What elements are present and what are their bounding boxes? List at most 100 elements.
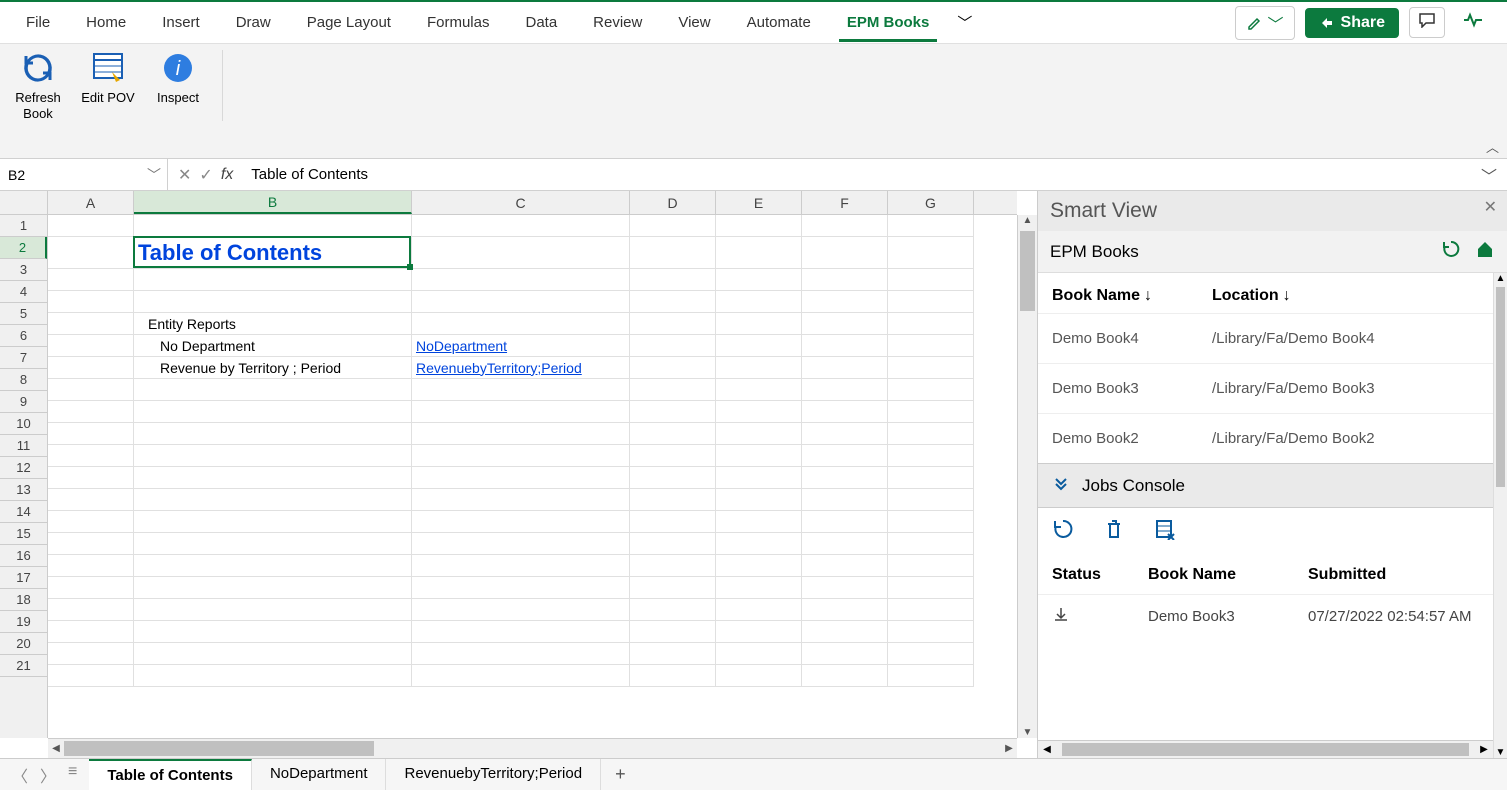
cell-E15[interactable] xyxy=(716,533,802,555)
row-header-12[interactable]: 12 xyxy=(0,457,47,479)
cell-F5[interactable] xyxy=(802,313,888,335)
cell-G16[interactable] xyxy=(888,555,974,577)
scroll-down-arrow[interactable]: ▼ xyxy=(1494,747,1507,758)
cell-A10[interactable] xyxy=(48,423,134,445)
inspect-button[interactable]: i Inspect xyxy=(150,50,206,106)
collapse-ribbon-button[interactable]: ︿ xyxy=(1486,137,1499,156)
close-panel-button[interactable]: ✕ xyxy=(1484,197,1497,217)
cell-D19[interactable] xyxy=(630,621,716,643)
cell-E11[interactable] xyxy=(716,445,802,467)
sheet-tab[interactable]: NoDepartment xyxy=(252,759,387,790)
cell-D14[interactable] xyxy=(630,511,716,533)
select-all-corner[interactable] xyxy=(0,191,48,215)
row-header-20[interactable]: 20 xyxy=(0,633,47,655)
cell-B1[interactable] xyxy=(134,215,412,237)
cell-C4[interactable] xyxy=(412,291,630,313)
jobs-status-header[interactable]: Status xyxy=(1052,566,1148,584)
cell-F7[interactable] xyxy=(802,357,888,379)
scroll-right-arrow[interactable]: ▶ xyxy=(1001,739,1017,758)
jobs-console-header[interactable]: Jobs Console xyxy=(1038,463,1493,508)
row-header-14[interactable]: 14 xyxy=(0,501,47,523)
tab-data[interactable]: Data xyxy=(507,4,575,41)
cell-A4[interactable] xyxy=(48,291,134,313)
cell-E8[interactable] xyxy=(716,379,802,401)
cell-G2[interactable] xyxy=(888,237,974,269)
row-header-11[interactable]: 11 xyxy=(0,435,47,457)
cell-F21[interactable] xyxy=(802,665,888,687)
chevron-down-icon[interactable]: ﹀ xyxy=(147,165,161,185)
cell-E7[interactable] xyxy=(716,357,802,379)
cell-E6[interactable] xyxy=(716,335,802,357)
cell-D16[interactable] xyxy=(630,555,716,577)
cell-A8[interactable] xyxy=(48,379,134,401)
cell-G21[interactable] xyxy=(888,665,974,687)
cell-G5[interactable] xyxy=(888,313,974,335)
scroll-thumb[interactable] xyxy=(1020,231,1035,311)
job-status[interactable] xyxy=(1052,605,1148,627)
column-header-D[interactable]: D xyxy=(630,191,716,214)
cell-D21[interactable] xyxy=(630,665,716,687)
scroll-thumb[interactable] xyxy=(64,741,374,756)
cell-B15[interactable] xyxy=(134,533,412,555)
cell-A6[interactable] xyxy=(48,335,134,357)
cell-D20[interactable] xyxy=(630,643,716,665)
cell-G14[interactable] xyxy=(888,511,974,533)
cell-A18[interactable] xyxy=(48,599,134,621)
column-header-G[interactable]: G xyxy=(888,191,974,214)
edit-mode-button[interactable]: ﹀ xyxy=(1235,6,1295,40)
cell-G19[interactable] xyxy=(888,621,974,643)
cell-F18[interactable] xyxy=(802,599,888,621)
tab-formulas[interactable]: Formulas xyxy=(409,4,508,41)
sheet-prev-button[interactable]: 〈 xyxy=(12,763,28,787)
cell-E10[interactable] xyxy=(716,423,802,445)
cell-G3[interactable] xyxy=(888,269,974,291)
scroll-down-arrow[interactable]: ▼ xyxy=(1018,727,1037,738)
cell-C17[interactable] xyxy=(412,577,630,599)
cell-A16[interactable] xyxy=(48,555,134,577)
scroll-up-arrow[interactable]: ▲ xyxy=(1018,215,1037,226)
column-header-A[interactable]: A xyxy=(48,191,134,214)
cell-D6[interactable] xyxy=(630,335,716,357)
cell-D1[interactable] xyxy=(630,215,716,237)
cell-C2[interactable] xyxy=(412,237,630,269)
cell-C1[interactable] xyxy=(412,215,630,237)
cell-G18[interactable] xyxy=(888,599,974,621)
cell-G6[interactable] xyxy=(888,335,974,357)
cell-E4[interactable] xyxy=(716,291,802,313)
cell-D5[interactable] xyxy=(630,313,716,335)
scroll-thumb[interactable] xyxy=(1062,743,1469,756)
column-header-F[interactable]: F xyxy=(802,191,888,214)
row-header-2[interactable]: 2 xyxy=(0,237,47,259)
cell-B17[interactable] xyxy=(134,577,412,599)
tab-home[interactable]: Home xyxy=(68,4,144,41)
sheet-next-button[interactable]: 〉 xyxy=(40,763,56,787)
book-row[interactable]: Demo Book2/Library/Fa/Demo Book2 xyxy=(1038,413,1493,463)
row-header-9[interactable]: 9 xyxy=(0,391,47,413)
cell-C16[interactable] xyxy=(412,555,630,577)
cell-E19[interactable] xyxy=(716,621,802,643)
cell-A12[interactable] xyxy=(48,467,134,489)
cell-C19[interactable] xyxy=(412,621,630,643)
row-header-13[interactable]: 13 xyxy=(0,479,47,501)
cell-B6[interactable]: No Department xyxy=(134,335,412,357)
book-name-header[interactable]: Book Name ↓ xyxy=(1052,287,1212,305)
cell-E17[interactable] xyxy=(716,577,802,599)
cell-F2[interactable] xyxy=(802,237,888,269)
refresh-book-button[interactable]: Refresh Book xyxy=(10,50,66,121)
cell-C6[interactable]: NoDepartment xyxy=(412,335,630,357)
cell-F12[interactable] xyxy=(802,467,888,489)
tab-automate[interactable]: Automate xyxy=(729,4,829,41)
cell-C10[interactable] xyxy=(412,423,630,445)
cell-F8[interactable] xyxy=(802,379,888,401)
delete-job-button[interactable] xyxy=(1104,518,1124,546)
cell-B13[interactable] xyxy=(134,489,412,511)
cell-C21[interactable] xyxy=(412,665,630,687)
activity-button[interactable] xyxy=(1455,8,1491,37)
horizontal-scrollbar[interactable]: ◀ ▶ xyxy=(48,738,1017,758)
tab-draw[interactable]: Draw xyxy=(218,4,289,41)
cell-G1[interactable] xyxy=(888,215,974,237)
cell-D3[interactable] xyxy=(630,269,716,291)
tab-page-layout[interactable]: Page Layout xyxy=(289,4,409,41)
scroll-up-arrow[interactable]: ▲ xyxy=(1494,273,1507,284)
cell-B11[interactable] xyxy=(134,445,412,467)
